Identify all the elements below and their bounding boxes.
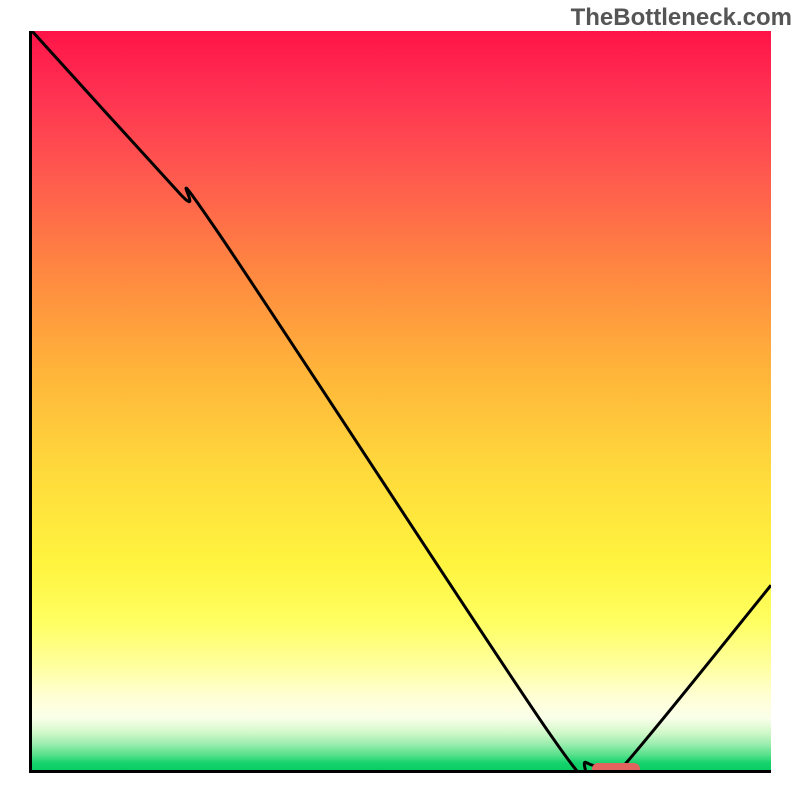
plot-area (29, 31, 771, 773)
minimum-marker (592, 763, 640, 773)
chart-container: TheBottleneck.com (0, 0, 800, 800)
curve-svg (32, 31, 771, 770)
watermark-text: TheBottleneck.com (571, 4, 792, 32)
curve-path (32, 31, 771, 770)
